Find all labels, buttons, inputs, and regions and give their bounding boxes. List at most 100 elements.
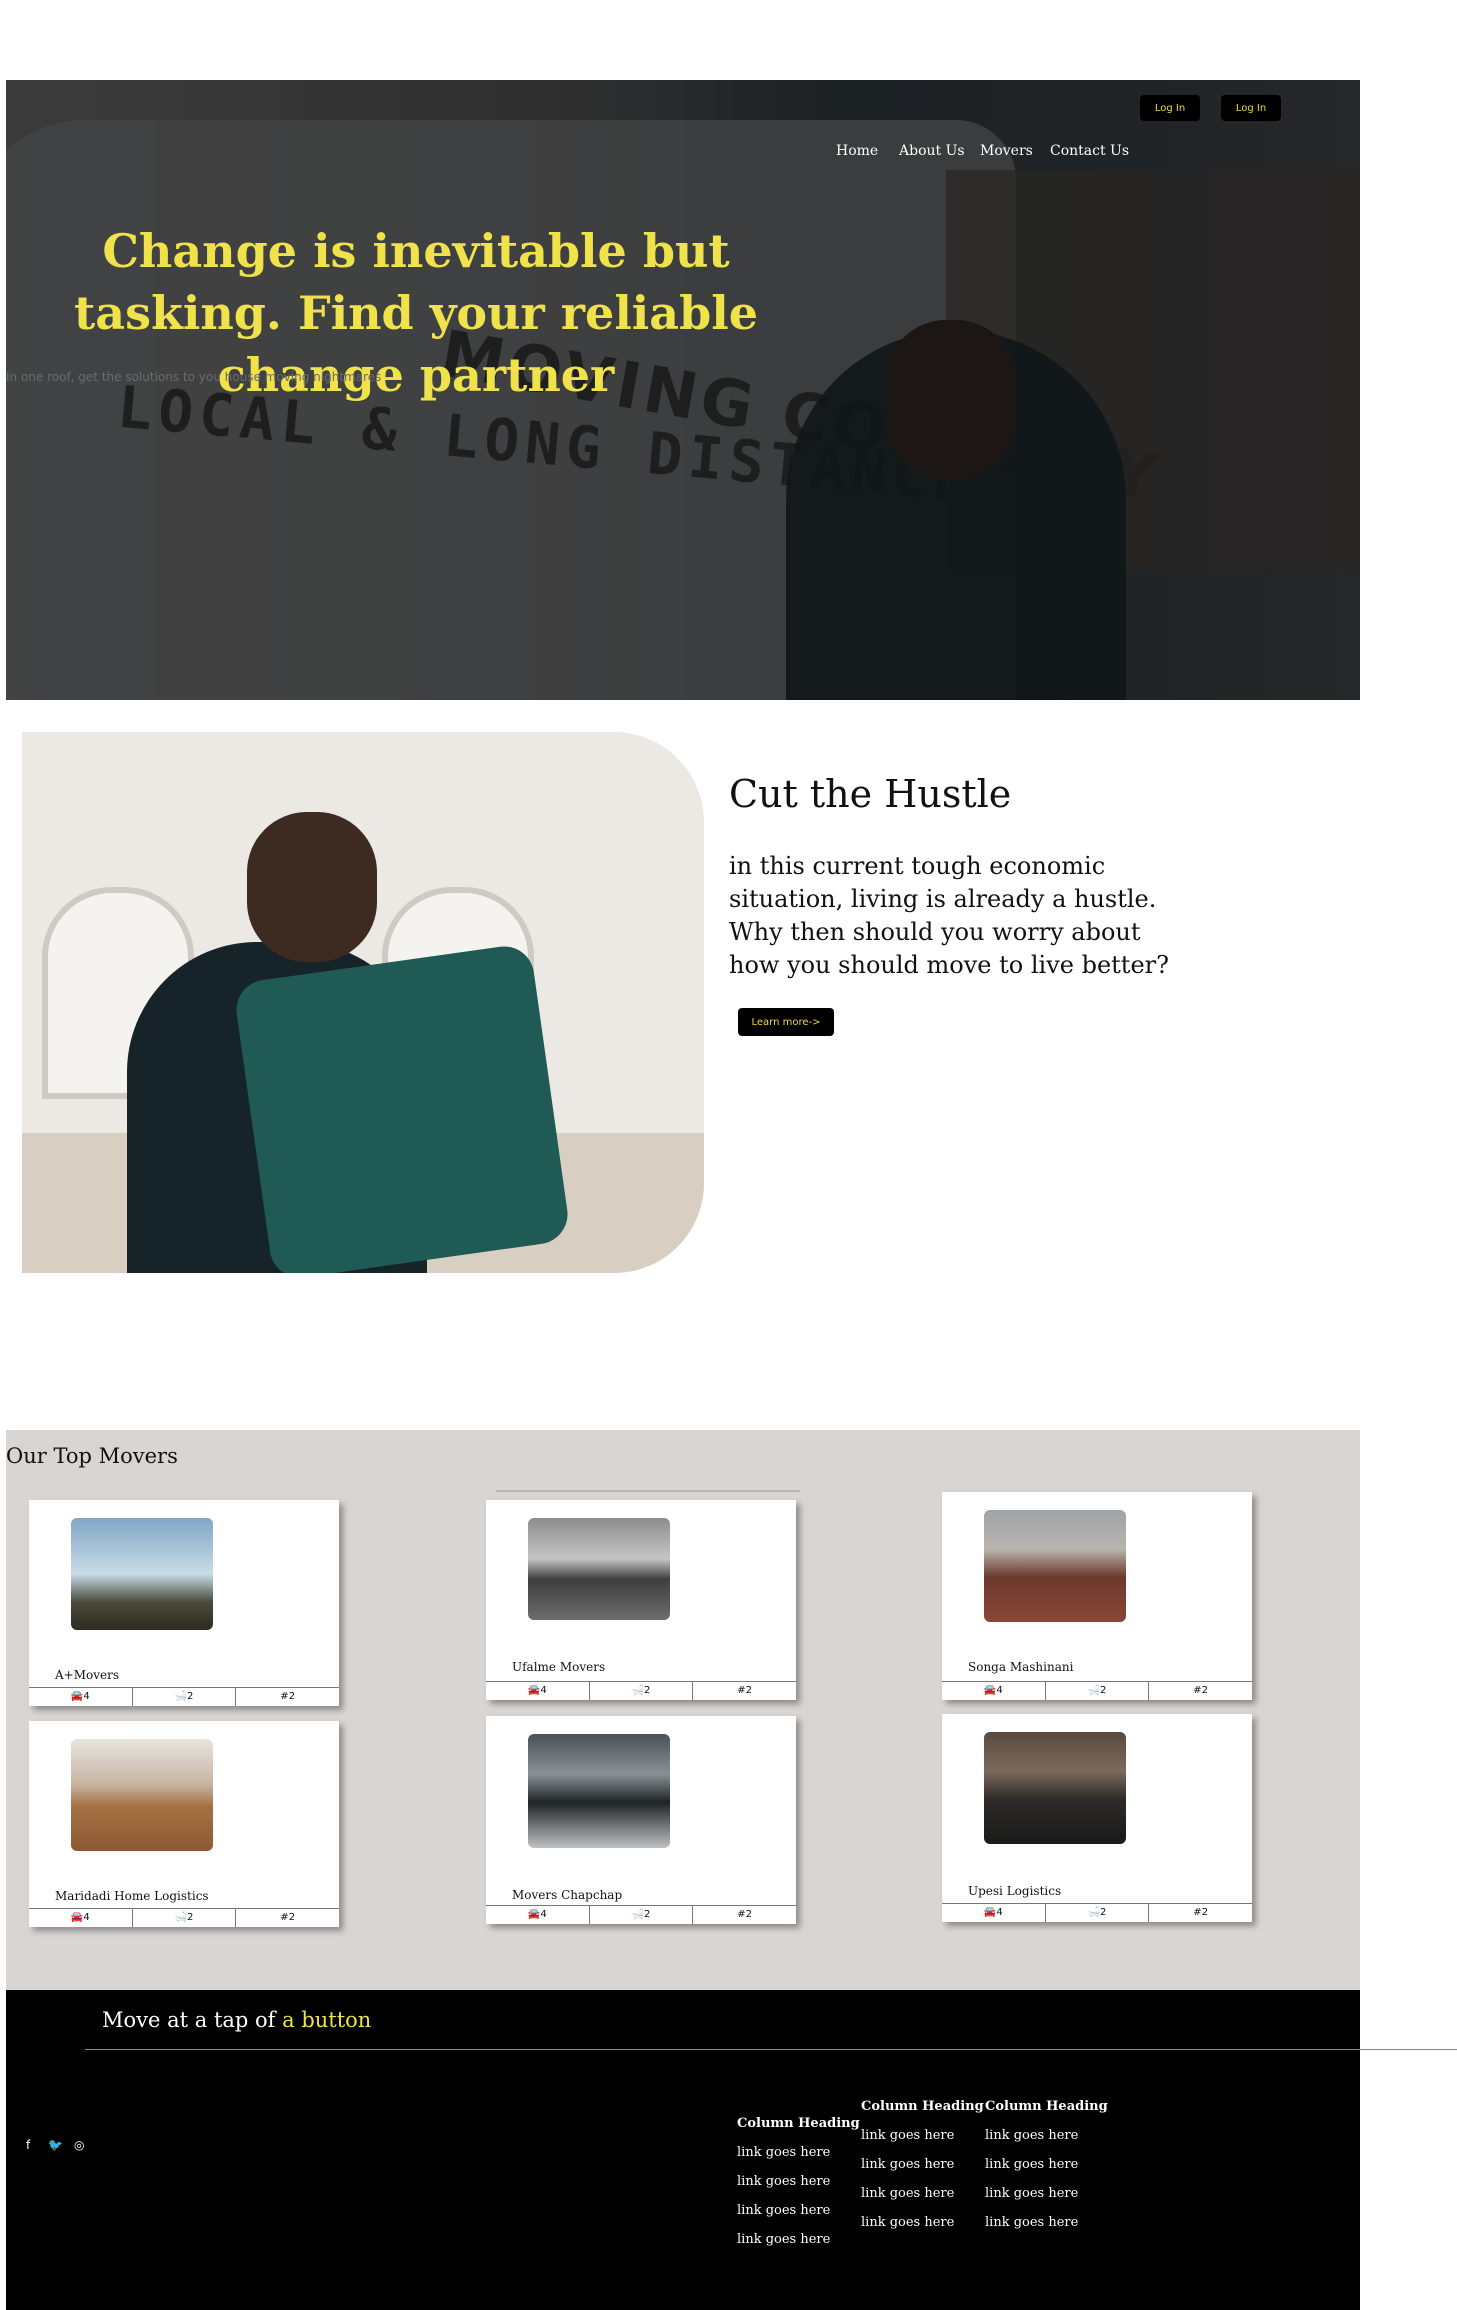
footer-link[interactable]: link goes here bbox=[985, 2215, 1108, 2230]
seat-count: 🛁2 bbox=[590, 1682, 694, 1700]
seat-count: 🛁2 bbox=[590, 1906, 694, 1924]
footer-divider bbox=[85, 2049, 1457, 2050]
mover-card[interactable]: Songa Mashinani 🚘4 🛁2 #2 bbox=[942, 1492, 1252, 1700]
top-movers-section: Our Top Movers A+Movers 🚘4 🛁2 #2 Ufalme … bbox=[6, 1430, 1360, 1990]
footer-link[interactable]: link goes here bbox=[861, 2186, 984, 2201]
divider bbox=[496, 1490, 800, 1492]
hash-icon: # bbox=[1193, 1907, 1202, 1918]
footer-column: Column Heading link goes here link goes … bbox=[737, 2116, 860, 2261]
car-icon: 🚘 bbox=[70, 1912, 84, 1923]
mover-card[interactable]: Maridadi Home Logistics 🚘4 🛁2 #2 bbox=[29, 1721, 339, 1927]
footer-link[interactable]: link goes here bbox=[861, 2157, 984, 2172]
mover-card[interactable]: A+Movers 🚘4 🛁2 #2 bbox=[29, 1500, 339, 1706]
bath-icon: 🛁 bbox=[1087, 1907, 1101, 1918]
seat-count: 🛁2 bbox=[133, 1909, 237, 1927]
car-icon: 🚘 bbox=[527, 1909, 541, 1920]
hash-icon: # bbox=[280, 1912, 289, 1923]
mover-thumbnail bbox=[984, 1732, 1126, 1844]
seat-count: 🛁2 bbox=[1046, 1682, 1150, 1700]
footer-link[interactable]: link goes here bbox=[861, 2128, 984, 2143]
mover-name: Maridadi Home Logistics bbox=[55, 1889, 209, 1903]
truck-count: 🚘4 bbox=[942, 1904, 1046, 1922]
mover-thumbnail bbox=[984, 1510, 1126, 1622]
mover-card[interactable]: Movers Chapchap 🚘4 🛁2 #2 bbox=[486, 1716, 796, 1924]
mover-thumbnail bbox=[528, 1518, 670, 1620]
hustle-text: in this current tough economic situation… bbox=[729, 852, 1169, 979]
learn-more-button[interactable]: Learn more-> bbox=[738, 1008, 834, 1036]
mover-card[interactable]: Ufalme Movers 🚘4 🛁2 #2 bbox=[486, 1500, 796, 1700]
footer-link[interactable]: link goes here bbox=[861, 2215, 984, 2230]
nav-home[interactable]: Home bbox=[836, 143, 878, 159]
mover-thumbnail bbox=[71, 1518, 213, 1630]
column-heading: Column Heading bbox=[861, 2099, 984, 2114]
login-button-2[interactable]: Log In bbox=[1221, 95, 1281, 121]
mover-stats: 🚘4 🛁2 #2 bbox=[486, 1681, 796, 1700]
truck-count: 🚘4 bbox=[29, 1909, 133, 1927]
column-heading: Column Heading bbox=[985, 2099, 1108, 2114]
seat-count: 🛁2 bbox=[1046, 1904, 1150, 1922]
mover-stats: 🚘4 🛁2 #2 bbox=[29, 1908, 339, 1927]
hash-icon: # bbox=[280, 1691, 289, 1702]
car-icon: 🚘 bbox=[70, 1691, 84, 1702]
footer-column: Column Heading link goes here link goes … bbox=[861, 2099, 984, 2244]
nav-about-us[interactable]: About Us bbox=[899, 143, 965, 159]
column-heading: Column Heading bbox=[737, 2116, 860, 2131]
bath-icon: 🛁 bbox=[174, 1691, 188, 1702]
instagram-icon[interactable]: ◎ bbox=[74, 2138, 84, 2152]
footer-link[interactable]: link goes here bbox=[737, 2232, 860, 2247]
hustle-title: Cut the Hustle bbox=[729, 772, 1012, 816]
mover-stats: 🚘4 🛁2 #2 bbox=[942, 1903, 1252, 1922]
truck-count: 🚘4 bbox=[942, 1682, 1046, 1700]
truck-count: 🚘4 bbox=[486, 1906, 590, 1924]
footer-link[interactable]: link goes here bbox=[985, 2128, 1108, 2143]
bath-icon: 🛁 bbox=[1087, 1685, 1101, 1696]
hero-section: MOVING COMPANY LOCAL & LONG DISTANCE Hom… bbox=[6, 80, 1360, 700]
truck-count: 🚘4 bbox=[486, 1682, 590, 1700]
footer: Move at a tap of a button f 🐦 ◎ Column H… bbox=[6, 1990, 1360, 2310]
rank: #2 bbox=[737, 1685, 753, 1696]
rank: #2 bbox=[1193, 1685, 1209, 1696]
hash-icon: # bbox=[737, 1909, 746, 1920]
bath-icon: 🛁 bbox=[631, 1909, 645, 1920]
nav-movers[interactable]: Movers bbox=[980, 143, 1033, 159]
mover-name: Ufalme Movers bbox=[512, 1660, 606, 1674]
footer-link[interactable]: link goes here bbox=[985, 2186, 1108, 2201]
footer-column: Column Heading link goes here link goes … bbox=[985, 2099, 1108, 2244]
login-button[interactable]: Log In bbox=[1140, 95, 1200, 121]
hash-icon: # bbox=[737, 1685, 746, 1696]
mover-card[interactable]: Upesi Logistics 🚘4 🛁2 #2 bbox=[942, 1714, 1252, 1922]
hash-icon: # bbox=[1193, 1685, 1202, 1696]
footer-tagline: Move at a tap of a button bbox=[102, 2008, 372, 2032]
mover-name: A+Movers bbox=[55, 1668, 120, 1682]
car-icon: 🚘 bbox=[983, 1685, 997, 1696]
footer-link[interactable]: link goes here bbox=[737, 2174, 860, 2189]
mover-name: Songa Mashinani bbox=[968, 1660, 1074, 1674]
mover-stats: 🚘4 🛁2 #2 bbox=[29, 1687, 339, 1706]
twitter-icon[interactable]: 🐦 bbox=[48, 2138, 63, 2152]
mover-name: Upesi Logistics bbox=[968, 1884, 1062, 1898]
nav-contact-us[interactable]: Contact Us bbox=[1050, 143, 1129, 159]
rank: #2 bbox=[280, 1912, 296, 1923]
footer-link[interactable]: link goes here bbox=[985, 2157, 1108, 2172]
bath-icon: 🛁 bbox=[174, 1912, 188, 1923]
car-icon: 🚘 bbox=[983, 1907, 997, 1918]
rank: #2 bbox=[737, 1909, 753, 1920]
mover-name: Movers Chapchap bbox=[512, 1888, 623, 1902]
mover-stats: 🚘4 🛁2 #2 bbox=[486, 1905, 796, 1924]
mover-thumbnail bbox=[71, 1739, 213, 1851]
hustle-image bbox=[22, 732, 704, 1273]
mover-stats: 🚘4 🛁2 #2 bbox=[942, 1681, 1252, 1700]
footer-link[interactable]: link goes here bbox=[737, 2145, 860, 2160]
man-head bbox=[247, 812, 377, 962]
seat-count: 🛁2 bbox=[133, 1688, 237, 1706]
truck-count: 🚘4 bbox=[29, 1688, 133, 1706]
car-icon: 🚘 bbox=[527, 1685, 541, 1696]
hero-subtitle: In one roof, get the solutions to you ho… bbox=[6, 370, 382, 384]
armchair-shape bbox=[232, 942, 572, 1273]
facebook-icon[interactable]: f bbox=[26, 2138, 30, 2152]
section-title: Our Top Movers bbox=[6, 1444, 178, 1468]
rank: #2 bbox=[280, 1691, 296, 1702]
rank: #2 bbox=[1193, 1907, 1209, 1918]
footer-link[interactable]: link goes here bbox=[737, 2203, 860, 2218]
bath-icon: 🛁 bbox=[631, 1685, 645, 1696]
